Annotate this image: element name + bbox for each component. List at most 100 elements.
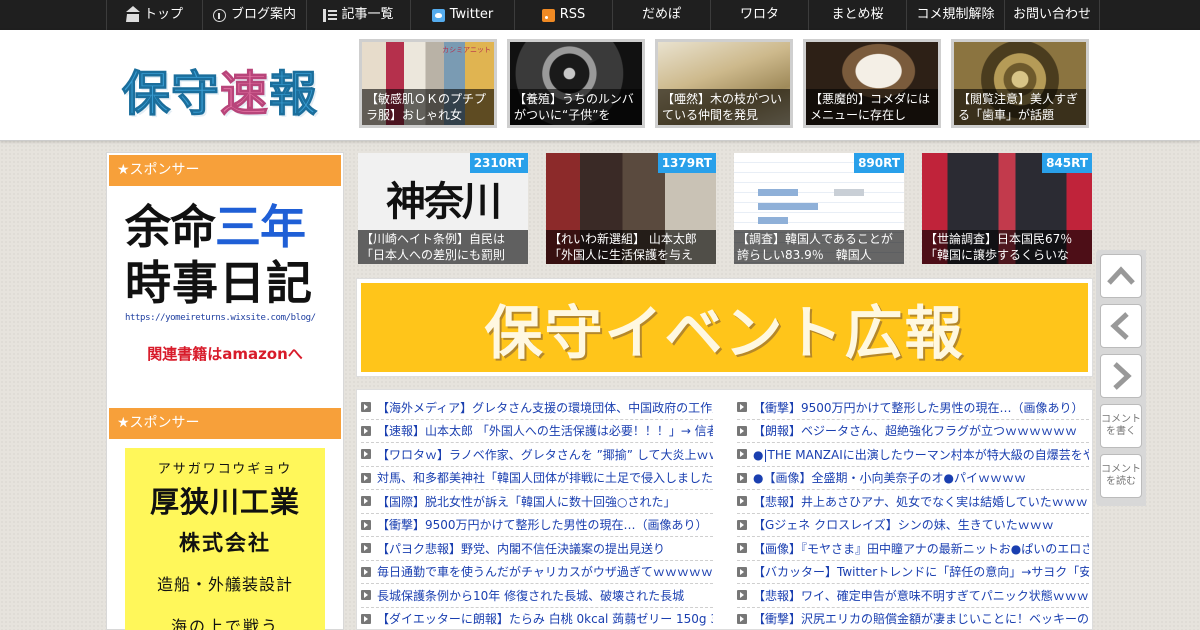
arrow-bullet-icon: [361, 449, 371, 460]
news-item-title: 【衝撃】9500万円かけて整形した男性の現在…（画像あり）: [753, 400, 1084, 415]
news-item[interactable]: 【速報】山本太郎 「外国人への生活保護は必要！！！」→ 信者: [361, 420, 713, 443]
chevron-up-icon: [1107, 266, 1135, 285]
yomei-amazon-link[interactable]: 関連書籍はamazonへ: [125, 343, 325, 364]
arrow-bullet-icon: [361, 496, 371, 507]
arrow-bullet-icon: [737, 472, 747, 483]
read-comment-button[interactable]: コメント を読む: [1100, 454, 1142, 498]
thumb-bar: [758, 189, 798, 196]
news-column-left: 【海外メディア】グレタさん支援の環境団体、中国政府の工作員【速報】山本太郎 「外…: [361, 396, 713, 630]
sponsor-header: ★スポンサー: [109, 408, 341, 439]
news-item-title: 【速報】山本太郎 「外国人への生活保護は必要！！！」→ 信者: [377, 424, 713, 439]
news-item-title: 【パヨク悲報】野党、内閣不信任決議案の提出見送り: [377, 541, 666, 556]
previous-button[interactable]: [1100, 304, 1142, 348]
rt-caption: 【世論調査】日本国民67％「韓国に譲歩するくらいな: [922, 230, 1092, 264]
sponsor-header: ★スポンサー: [109, 155, 341, 186]
header-thumb[interactable]: 【悪魔的】コメダにはメニューに存在し: [803, 39, 941, 128]
news-column-right: 【衝撃】9500万円かけて整形した男性の現在…（画像あり） 【朗報】ベジータさん、…: [737, 396, 1089, 630]
nav-warota[interactable]: ワロタ: [710, 0, 808, 30]
news-item[interactable]: 【ダイエッターに朗報】たらみ 白桃 0kcal 蒟蒻ゼリー 150g 30個: [361, 608, 713, 630]
news-item[interactable]: ●【画像】全盛期・小向美奈子のオ●パイｗｗｗｗ: [737, 467, 1089, 490]
asagawa-name: 厚狭川工業: [149, 485, 300, 519]
header-thumb[interactable]: 【閲覧注意】美人すぎる「歯車」が話題: [951, 39, 1089, 128]
rt-thumb[interactable]: 神奈川 2310RT 【川崎ヘイト条例】自民は「日本人への差別にも罰則: [358, 153, 528, 264]
side-button-rail: コメント を書く コメント を読む: [1096, 250, 1146, 506]
news-item[interactable]: 【悲報】ワイ、確定申告が意味不明すぎてパニック状態ｗｗｗ: [737, 584, 1089, 608]
sponsor-ad-yomei[interactable]: 余命三年 時事日記 https://yomeireturns.wixsite.c…: [125, 199, 325, 364]
news-list-box: 【海外メディア】グレタさん支援の環境団体、中国政府の工作員【速報】山本太郎 「外…: [356, 389, 1093, 630]
nav-comment-unblock[interactable]: コメ規制解除: [906, 0, 1004, 30]
news-item[interactable]: 【ワロタｗ】ラノベ作家、グレタさんを ”揶揄” して大炎上ｗｗｗ: [361, 443, 713, 467]
thumb-caption: 【閲覧注意】美人すぎる「歯車」が話題: [954, 89, 1086, 125]
list-icon: [323, 8, 338, 22]
yomei-url: https://yomeireturns.wixsite.com/blog/: [125, 313, 316, 323]
news-item[interactable]: 【衝撃】9500万円かけて整形した男性の現在…（画像あり）: [361, 514, 713, 537]
info-icon: [212, 8, 226, 22]
news-item[interactable]: 【衝撃】9500万円かけて整形した男性の現在…（画像あり）: [737, 396, 1089, 420]
news-item[interactable]: 【衝撃】沢尻エリカの賠償金額が凄まじいことに！ベッキーの: [737, 608, 1089, 630]
site-header: 保守速報 カシミアニット 【敏感肌ＯＫのプチプラ服】おしゃれ女 【養殖】うちのル…: [0, 30, 1200, 141]
rss-icon: [541, 8, 555, 22]
news-item[interactable]: 【国際】脱北女性が訴え「韓国人に数十回強○された」: [361, 490, 713, 514]
news-item[interactable]: 【悲報】井上あさひアナ、処女でなく実は結婚していたｗｗｗ: [737, 490, 1089, 514]
arrow-bullet-icon: [737, 566, 747, 577]
sponsor-ad-asagawa[interactable]: アサガワコウギョウ 厚狭川工業 株式会社 造船・外艤装設計 海の上で戦う: [125, 448, 325, 630]
event-banner[interactable]: 保守イベント広報: [356, 278, 1093, 377]
header-thumb[interactable]: 【唖然】木の枝がついている仲間を発見: [655, 39, 793, 128]
news-item-title: ●|THE MANZAIに出演したウーマン村本が特大級の自爆芸をや: [753, 447, 1089, 462]
news-item[interactable]: 毎日通勤で車を使うんだがチャリカスがウザ過ぎてｗｗｗｗｗ: [361, 561, 713, 584]
sidebar: ★スポンサー 余命三年 時事日記 https://yomeireturns.wi…: [106, 152, 344, 630]
news-item[interactable]: 【Gジェネ クロスレイズ】シンの妹、生きていたｗｗｗ: [737, 514, 1089, 537]
nav-damepo[interactable]: だめぽ: [612, 0, 710, 30]
site-logo[interactable]: 保守速報: [121, 54, 318, 124]
news-item-title: 【Gジェネ クロスレイズ】シンの妹、生きていたｗｗｗ: [753, 518, 1054, 533]
scroll-top-button[interactable]: [1100, 254, 1142, 298]
rt-thumb[interactable]: 1379RT 【れいわ新選組】 山本太郎「外国人に生活保護を与え: [546, 153, 716, 264]
news-item[interactable]: 長城保護条例から10年 修復された長城、破壊された長城: [361, 584, 713, 608]
news-item[interactable]: 【朗報】ベジータさん、超絶強化フラグが立つｗｗｗｗｗｗ: [737, 420, 1089, 443]
thumb-bar: [834, 189, 864, 196]
rt-thumb[interactable]: 845RT 【世論調査】日本国民67％「韓国に譲歩するくらいな: [922, 153, 1092, 264]
nav-article-list[interactable]: 記事一覧: [306, 0, 410, 30]
news-item[interactable]: 【バカッター】Twitterトレンドに「辞任の意向」→サヨク「安倍: [737, 561, 1089, 584]
nav-rss[interactable]: RSS: [514, 0, 612, 30]
home-icon: [125, 5, 140, 22]
news-item[interactable]: 対馬、和多都美神社「韓国人団体が排戦に土足で侵入しました: [361, 467, 713, 490]
nav-blog-guide[interactable]: ブログ案内: [202, 0, 306, 30]
header-thumb[interactable]: カシミアニット 【敏感肌ＯＫのプチプラ服】おしゃれ女: [359, 39, 497, 128]
thumb-sign-text: 神奈川: [386, 177, 502, 225]
header-thumb[interactable]: 【養殖】うちのルンバがついに“子供”を: [507, 39, 645, 128]
nav-top[interactable]: トップ: [106, 0, 202, 30]
rt-badge: 845RT: [1042, 153, 1092, 173]
top-nav: トップ ブログ案内 記事一覧 Twitter RSS だめぽ ワロタ まとめ桜 …: [0, 0, 1200, 30]
rt-caption: 【れいわ新選組】 山本太郎「外国人に生活保護を与え: [546, 230, 716, 264]
news-item[interactable]: ●|THE MANZAIに出演したウーマン村本が特大級の自爆芸をや: [737, 443, 1089, 467]
arrow-bullet-icon: [737, 449, 747, 460]
next-button[interactable]: [1100, 354, 1142, 398]
nav-matome-sakura[interactable]: まとめ桜: [808, 0, 906, 30]
asagawa-desc: 造船・外艤装設計: [156, 575, 293, 594]
write-comment-button[interactable]: コメント を書く: [1100, 404, 1142, 448]
arrow-bullet-icon: [737, 613, 747, 624]
news-item[interactable]: 【画像】『モヤさま』田中瞳アナの最新ニットお●ぱいのエロさ: [737, 537, 1089, 561]
arrow-bullet-icon: [361, 519, 371, 530]
news-item-title: 【ワロタｗ】ラノベ作家、グレタさんを ”揶揄” して大炎上ｗｗｗ: [377, 447, 713, 462]
nav-twitter[interactable]: Twitter: [410, 0, 514, 30]
thumb-bar: [758, 217, 788, 224]
arrow-bullet-icon: [737, 496, 747, 507]
news-item-title: 【朗報】ベジータさん、超絶強化フラグが立つｗｗｗｗｗｗ: [753, 424, 1078, 439]
news-item[interactable]: 【海外メディア】グレタさん支援の環境団体、中国政府の工作員: [361, 396, 713, 420]
arrow-bullet-icon: [361, 613, 371, 624]
arrow-bullet-icon: [361, 590, 371, 601]
arrow-bullet-icon: [361, 402, 371, 413]
yomei-title-line2: 時事日記: [125, 256, 313, 310]
thumb-caption: 【悪魔的】コメダにはメニューに存在し: [806, 89, 938, 125]
asagawa-kana: アサガワコウギョウ: [157, 462, 293, 477]
arrow-bullet-icon: [737, 543, 747, 554]
nav-contact[interactable]: お問い合わせ: [1004, 0, 1100, 30]
rt-thumb[interactable]: 890RT 【調査】韓国人であることが誇らしい83.9％ 韓国人: [734, 153, 904, 264]
news-item[interactable]: 【パヨク悲報】野党、内閣不信任決議案の提出見送り: [361, 537, 713, 561]
yomei-title-line1: 余命三年: [125, 200, 306, 254]
twitter-icon: [431, 8, 445, 22]
arrow-bullet-icon: [361, 566, 371, 577]
news-item-title: 【衝撃】9500万円かけて整形した男性の現在…（画像あり）: [377, 518, 708, 533]
